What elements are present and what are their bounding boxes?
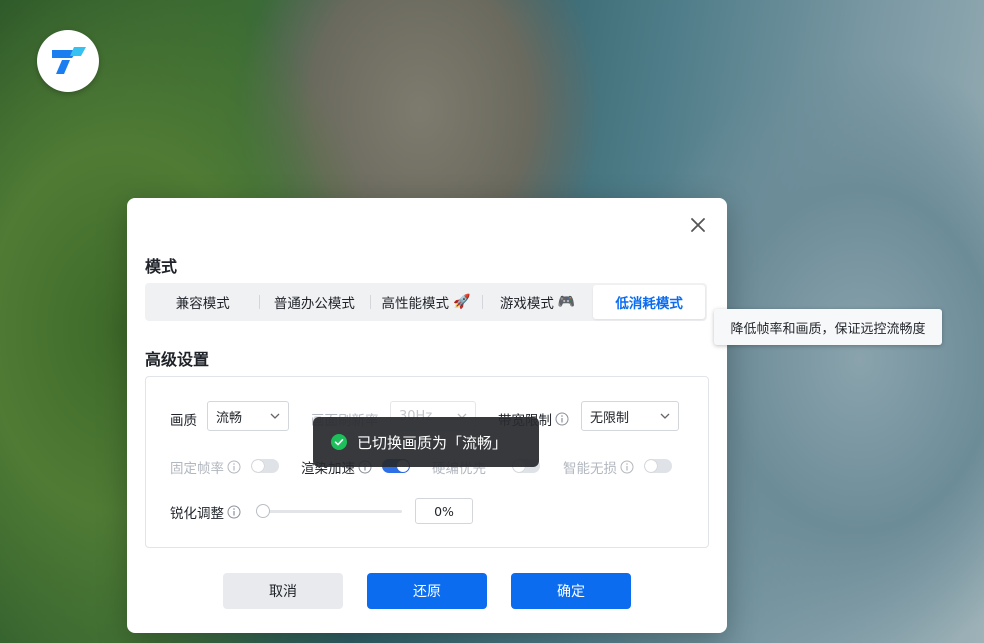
close-icon [691, 218, 705, 232]
rocket-icon: 🚀 [453, 294, 471, 310]
success-check-icon [331, 434, 347, 450]
toast-notification: 已切换画质为「流畅」 [313, 417, 539, 467]
quality-value: 流畅 [216, 410, 243, 426]
sharpen-slider-thumb[interactable] [256, 504, 270, 518]
quality-select[interactable]: 流畅 [207, 401, 289, 431]
tooltip-text: 降低帧率和画质，保证远控流畅度 [730, 321, 926, 337]
chevron-down-icon [660, 413, 670, 419]
info-icon[interactable] [555, 412, 569, 426]
sharpen-label-wrap: 锐化调整 [170, 502, 241, 522]
fixed-fps-label-wrap: 固定帧率 [170, 457, 241, 477]
tab-label: 游戏模式 [499, 296, 554, 312]
tab-compatible-mode[interactable]: 兼容模式 [147, 285, 259, 319]
info-icon[interactable] [227, 460, 241, 474]
restore-button[interactable]: 还原 [367, 573, 487, 609]
quality-label: 画质 [170, 413, 197, 429]
toggle-knob [645, 460, 657, 472]
cancel-button[interactable]: 取消 [223, 573, 343, 609]
toast-text: 已切换画质为「流畅」 [357, 433, 508, 452]
mode-tooltip: 降低帧率和画质，保证远控流畅度 [714, 309, 942, 345]
display-settings-dialog: 模式 兼容模式 普通办公模式 高性能模式 🚀 游戏模式 🎮 低消耗模式 高级设置… [127, 198, 727, 633]
smart-lossless-label: 智能无损 [563, 461, 617, 477]
tab-high-performance-mode[interactable]: 高性能模式 🚀 [370, 285, 482, 319]
mode-tabs: 兼容模式 普通办公模式 高性能模式 🚀 游戏模式 🎮 低消耗模式 [145, 283, 707, 321]
sharpen-slider-track[interactable] [262, 510, 402, 513]
tab-game-mode[interactable]: 游戏模式 🎮 [481, 285, 594, 319]
smart-lossless-toggle[interactable] [644, 459, 672, 473]
advanced-settings-title: 高级设置 [145, 350, 210, 369]
tab-low-consumption-mode[interactable]: 低消耗模式 [593, 285, 705, 319]
tab-office-mode[interactable]: 普通办公模式 [258, 285, 371, 319]
smart-lossless-label-wrap: 智能无损 [563, 457, 634, 477]
tab-label: 低消耗模式 [615, 296, 683, 312]
sharpen-value-input[interactable]: 0% [415, 498, 473, 524]
todesk-logo-icon[interactable] [37, 30, 99, 92]
tab-label: 兼容模式 [175, 296, 230, 312]
sharpen-label: 锐化调整 [170, 506, 224, 522]
tab-label: 普通办公模式 [273, 296, 355, 312]
gamepad-icon: 🎮 [557, 294, 576, 310]
fixed-fps-toggle[interactable] [251, 459, 279, 473]
toggle-knob [252, 460, 264, 472]
mode-title: 模式 [145, 257, 178, 276]
info-icon[interactable] [227, 505, 241, 519]
confirm-button[interactable]: 确定 [511, 573, 631, 609]
close-button[interactable] [687, 214, 709, 236]
bandwidth-value: 无限制 [590, 410, 630, 426]
bandwidth-select[interactable]: 无限制 [581, 401, 679, 431]
fixed-fps-label: 固定帧率 [170, 461, 224, 477]
chevron-down-icon [270, 413, 280, 419]
info-icon[interactable] [620, 460, 634, 474]
sharpen-value: 0% [434, 503, 454, 519]
tab-label: 高性能模式 [381, 296, 450, 312]
